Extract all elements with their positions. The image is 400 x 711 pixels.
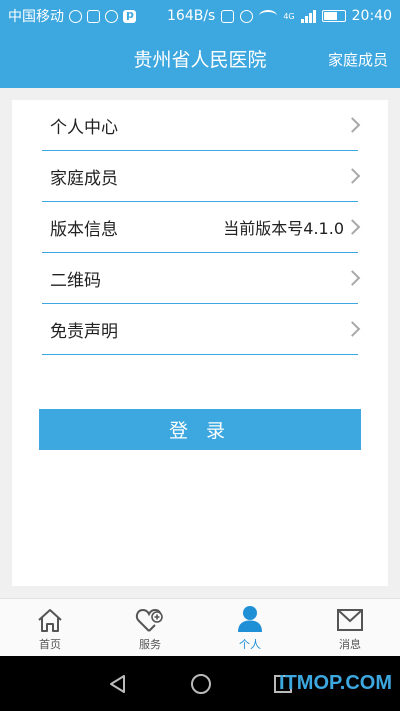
tab-home[interactable]: 首页 [0, 599, 100, 656]
family-members-button[interactable]: 家庭成员 [328, 32, 388, 88]
person-icon [238, 606, 262, 632]
chevron-right-icon [344, 168, 361, 184]
chevron-right-icon [344, 321, 361, 337]
circle-icon [105, 9, 118, 23]
wifi-icon [259, 10, 278, 22]
menu-item-personal-center[interactable]: 个人中心 [42, 100, 361, 151]
p-icon [123, 8, 136, 23]
tab-label: 消息 [339, 638, 361, 651]
menu-item-label: 免责声明 [50, 321, 118, 342]
app-header: 贵州省人民医院 家庭成员 [0, 32, 400, 88]
menu-item-qr-code[interactable]: 二维码 [42, 253, 361, 304]
menu-item-label: 个人中心 [50, 117, 118, 138]
network-speed: 164B/s [167, 8, 216, 24]
tab-personal[interactable]: 个人 [200, 599, 300, 656]
chevron-right-icon [344, 219, 361, 235]
image-icon [87, 9, 100, 23]
home-icon [38, 609, 62, 632]
version-value: 当前版本号4.1.0 [223, 219, 344, 238]
chevron-right-icon [344, 270, 361, 286]
login-button[interactable]: 登 录 [39, 409, 361, 450]
signal-icon [300, 9, 316, 23]
tab-label: 个人 [239, 638, 261, 651]
back-icon[interactable] [107, 673, 129, 695]
tab-services[interactable]: 服务 [100, 599, 200, 656]
status-bar: 中国移动 164B/s 4G 20:40 [0, 0, 400, 32]
network-type: 4G [283, 12, 295, 21]
content-card: 个人中心 家庭成员 版本信息 当前版本号4.1.0 二维码 免责声明 登 录 [12, 100, 388, 586]
heart-plus-icon [135, 608, 163, 632]
menu-item-label: 二维码 [50, 270, 101, 291]
bell-icon [221, 9, 235, 23]
clock: 20:40 [351, 8, 392, 24]
cloud-icon [69, 9, 82, 23]
tab-messages[interactable]: 消息 [300, 599, 400, 656]
menu-item-disclaimer[interactable]: 免责声明 [42, 304, 361, 355]
chevron-right-icon [344, 117, 361, 133]
home-button-icon[interactable] [189, 672, 213, 696]
menu-item-family-members[interactable]: 家庭成员 [42, 151, 361, 202]
bottom-tab-bar: 首页 服务 个人 消息 [0, 598, 400, 656]
tab-label: 首页 [39, 638, 61, 651]
mail-icon [337, 609, 363, 631]
menu-item-version-info[interactable]: 版本信息 当前版本号4.1.0 [42, 202, 361, 253]
tab-label: 服务 [139, 638, 161, 651]
menu-item-label: 版本信息 [50, 219, 118, 240]
settings-menu: 个人中心 家庭成员 版本信息 当前版本号4.1.0 二维码 免责声明 [42, 100, 361, 355]
alarm-icon [240, 9, 254, 23]
menu-item-label: 家庭成员 [50, 168, 118, 189]
battery-icon [321, 10, 346, 22]
watermark: ITMOP.COM [279, 672, 392, 694]
carrier-label: 中国移动 [8, 9, 64, 25]
